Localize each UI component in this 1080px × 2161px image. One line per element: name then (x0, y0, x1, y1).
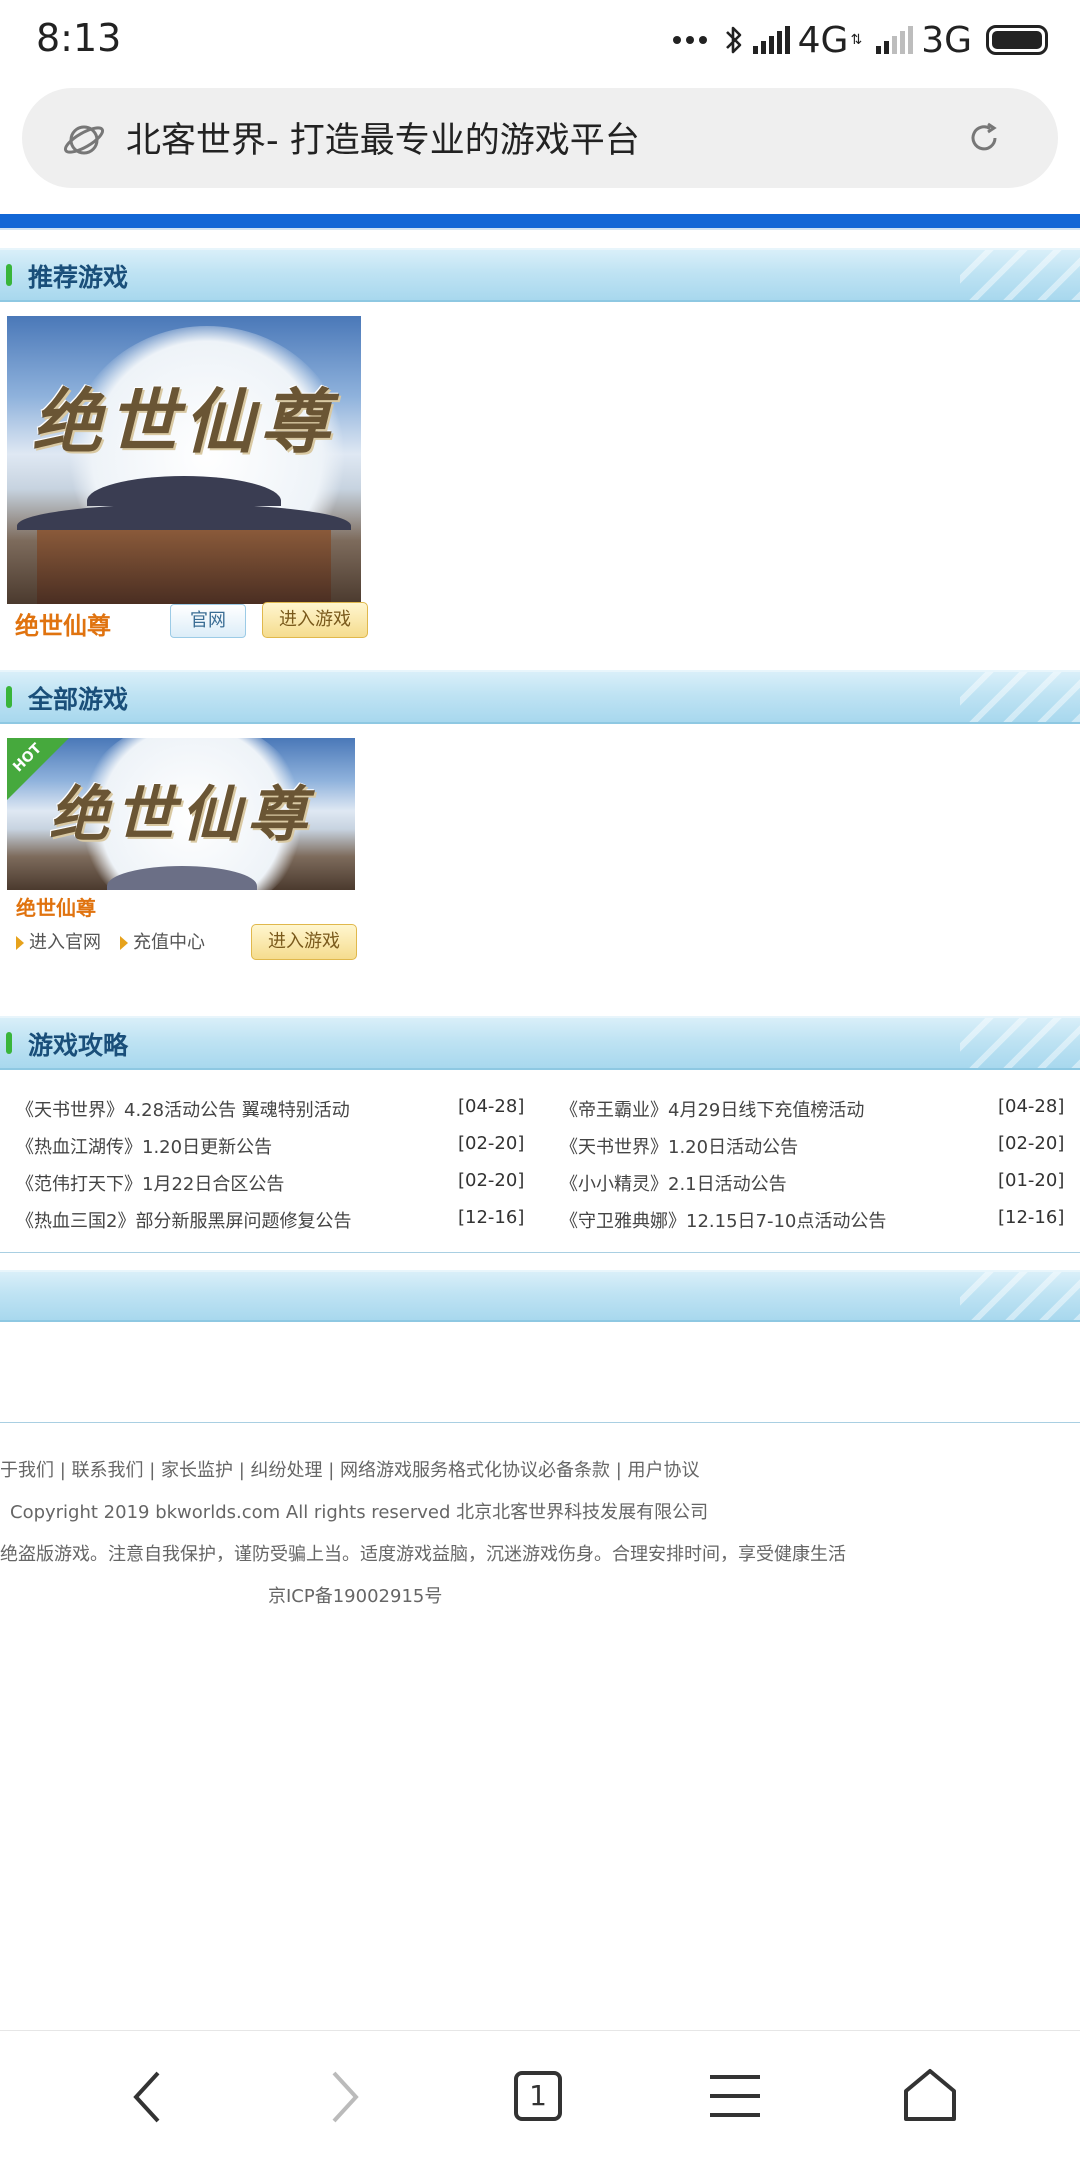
battery-icon (986, 25, 1048, 55)
news-date: [04-28] (998, 1096, 1065, 1117)
divider (0, 1252, 1080, 1253)
network-4g-label: 4G (797, 19, 849, 61)
game-banner-image[interactable]: 绝世仙尊 (7, 316, 361, 604)
news-date: [04-28] (458, 1096, 525, 1117)
news-date: [02-20] (458, 1170, 525, 1191)
menu-icon[interactable] (708, 2073, 762, 2119)
enter-game-button[interactable]: 进入游戏 (262, 602, 368, 638)
hall-shape (37, 530, 331, 604)
reload-icon[interactable] (964, 118, 1004, 158)
game-art-text: 绝世仙尊 (32, 380, 336, 463)
news-link[interactable]: 《帝王霸业》4月29日线下充值榜活动 (560, 1096, 864, 1122)
section-title: 推荐游戏 (28, 263, 129, 292)
footer-icp[interactable]: 京ICP备19002915号 (268, 1582, 442, 1608)
footer-links[interactable]: 于我们 | 联系我们 | 家长监护 | 纠纷处理 | 网络游戏服务格式化协议必备… (0, 1456, 700, 1482)
section-header-recommended: 推荐游戏 (0, 248, 1080, 302)
footer-banner (0, 1270, 1080, 1322)
clock: 8:13 (36, 16, 122, 60)
divider (0, 1422, 1080, 1423)
game-name[interactable]: 绝世仙尊 (15, 606, 111, 641)
tabs-button[interactable]: 1 (514, 2071, 562, 2121)
back-icon[interactable] (130, 2069, 166, 2125)
footer-copyright: Copyright 2019 bkworlds.com All rights r… (10, 1502, 709, 1523)
game-thumbnail-image[interactable]: 绝世仙尊 HOT (7, 738, 355, 890)
recharge-center-link[interactable]: 充值中心 (120, 928, 205, 954)
more-dots-icon (672, 36, 707, 44)
section-marker (6, 264, 12, 286)
browser-bottom-nav: 1 (0, 2030, 1080, 2161)
news-date: [02-20] (458, 1133, 525, 1154)
signal-2-icon (876, 26, 914, 54)
section-header-all-games: 全部游戏 (0, 670, 1080, 724)
game-name[interactable]: 绝世仙尊 (16, 892, 96, 921)
section-header-guides: 游戏攻略 (0, 1016, 1080, 1070)
news-date: [01-20] (998, 1170, 1065, 1191)
link-label: 进入官网 (29, 932, 101, 953)
news-link[interactable]: 《守卫雅典娜》12.15日7-10点活动公告 (560, 1207, 886, 1233)
news-link[interactable]: 《天书世界》1.20日活动公告 (560, 1133, 798, 1159)
status-icons: 4G ⇅ 3G (672, 18, 1048, 62)
news-date: [02-20] (998, 1133, 1065, 1154)
arrow-right-icon (16, 936, 24, 950)
link-label: 充值中心 (133, 932, 205, 953)
section-marker (6, 686, 12, 708)
section-title: 全部游戏 (28, 685, 129, 714)
page-title[interactable]: 北客世界- 打造最专业的游戏平台 (126, 112, 640, 163)
enter-game-button[interactable]: 进入游戏 (251, 924, 357, 960)
nav-strip (0, 214, 1080, 228)
status-bar: 8:13 4G ⇅ 3G (0, 0, 1080, 80)
home-icon[interactable] (902, 2067, 958, 2123)
section-marker (6, 1032, 12, 1054)
news-link[interactable]: 《热血三国2》部分新服黑屏问题修复公告 (16, 1207, 351, 1233)
official-site-button[interactable]: 官网 (170, 604, 246, 638)
forward-icon[interactable] (326, 2069, 362, 2125)
news-link[interactable]: 《范伟打天下》1月22日合区公告 (16, 1170, 284, 1196)
signal-icon (752, 26, 790, 54)
network-3g-label: 3G (921, 19, 972, 61)
news-link[interactable]: 《小小精灵》2.1日活动公告 (560, 1170, 787, 1196)
address-bar[interactable]: 北客世界- 打造最专业的游戏平台 (22, 88, 1058, 188)
news-date: [12-16] (998, 1207, 1065, 1228)
footer-notice: 绝盗版游戏。注意自我保护，谨防受骗上当。适度游戏益脑，沉迷游戏伤身。合理安排时间… (0, 1544, 846, 1565)
bluetooth-icon (725, 26, 741, 54)
official-site-link[interactable]: 进入官网 (16, 928, 101, 954)
arrow-right-icon (120, 936, 128, 950)
section-title: 游戏攻略 (28, 1031, 129, 1060)
news-link[interactable]: 《天书世界》4.28活动公告 翼魂特别活动 (16, 1096, 350, 1122)
planet-icon (63, 125, 105, 155)
data-arrows-icon: ⇅ (850, 32, 863, 48)
news-date: [12-16] (458, 1207, 525, 1228)
news-link[interactable]: 《热血江湖传》1.20日更新公告 (16, 1133, 272, 1159)
divider (0, 228, 1080, 230)
